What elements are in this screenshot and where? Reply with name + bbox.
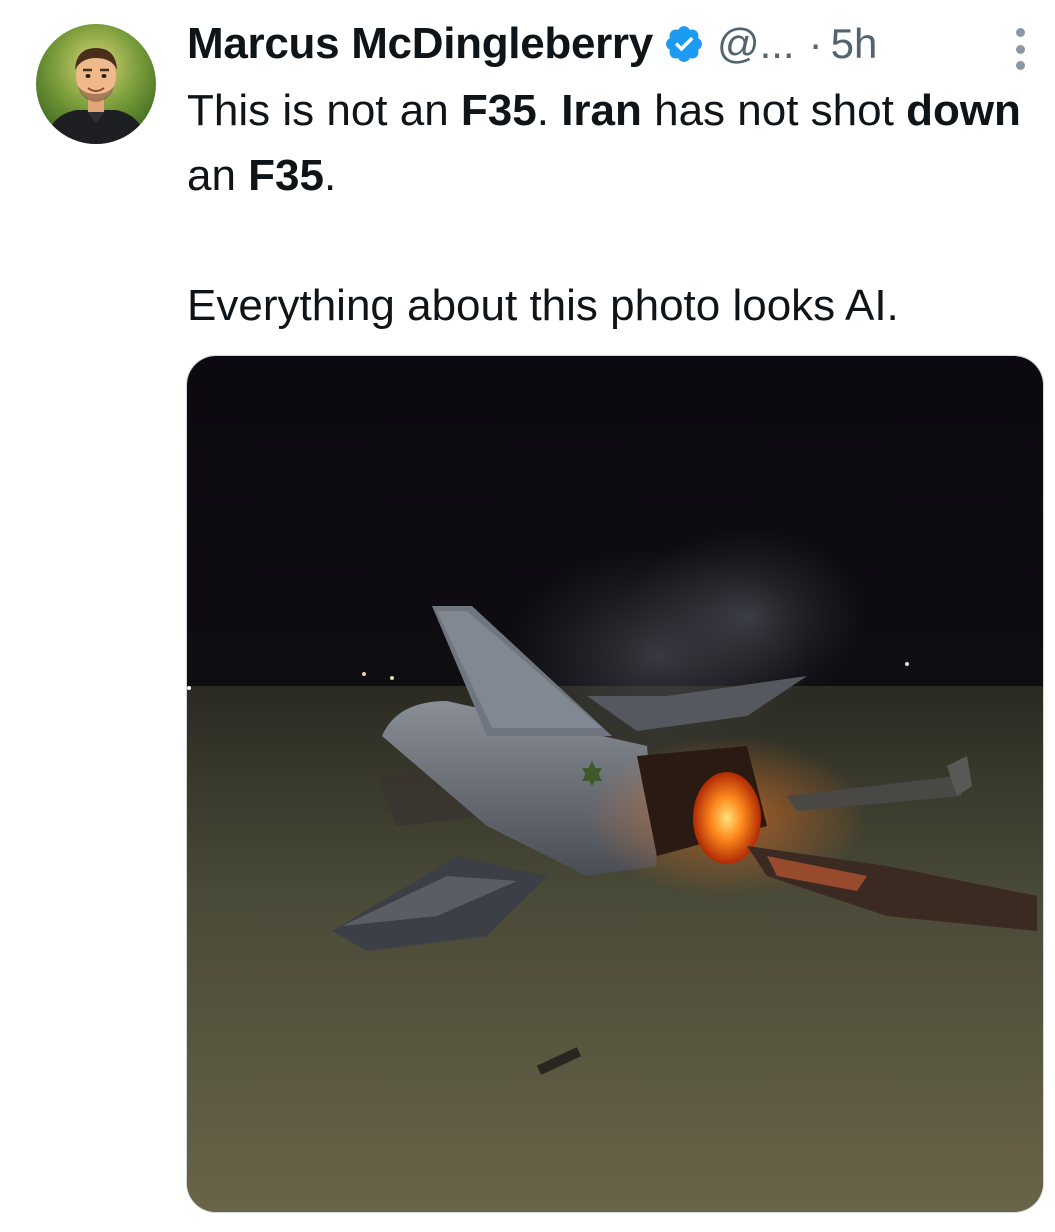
more-dot bbox=[1015, 61, 1025, 70]
bold-span: Iran bbox=[561, 86, 642, 135]
tweet-header: Marcus McDingleberry @... · 5h bbox=[187, 14, 1047, 74]
more-dot bbox=[1015, 44, 1025, 54]
tweet-paragraph-1: This is not an F35. Iran has not shot do… bbox=[187, 78, 1037, 208]
text-span: . bbox=[536, 86, 562, 135]
more-dot bbox=[1015, 28, 1025, 37]
tweet-card[interactable]: Marcus McDingleberry @... · 5h This is n… bbox=[0, 0, 1055, 1232]
avatar[interactable] bbox=[36, 24, 156, 144]
burning-fighter-jet-photo-icon bbox=[187, 356, 1043, 1212]
cartoon-man-avatar-icon bbox=[36, 24, 156, 144]
tweet-paragraph-2: Everything about this photo looks AI. bbox=[187, 281, 899, 330]
text-span: an bbox=[187, 151, 249, 200]
tweet-timestamp[interactable]: 5h bbox=[831, 20, 878, 68]
meta-separator: · bbox=[808, 20, 823, 67]
tweet-text: This is not an F35. Iran has not shot do… bbox=[187, 78, 1037, 338]
text-span: This is not an bbox=[187, 86, 461, 135]
author-handle[interactable]: @... bbox=[717, 20, 795, 68]
author-display-name[interactable]: Marcus McDingleberry bbox=[187, 19, 653, 69]
text-span: has not shot bbox=[641, 86, 907, 135]
bold-span: down bbox=[906, 86, 1021, 135]
bold-span: F35 bbox=[460, 86, 537, 135]
more-options-icon[interactable] bbox=[1011, 28, 1029, 70]
verified-badge-icon[interactable] bbox=[663, 23, 705, 65]
tweet-media-image[interactable] bbox=[186, 355, 1044, 1213]
bold-span: F35 bbox=[248, 151, 324, 200]
text-span: . bbox=[324, 151, 337, 200]
